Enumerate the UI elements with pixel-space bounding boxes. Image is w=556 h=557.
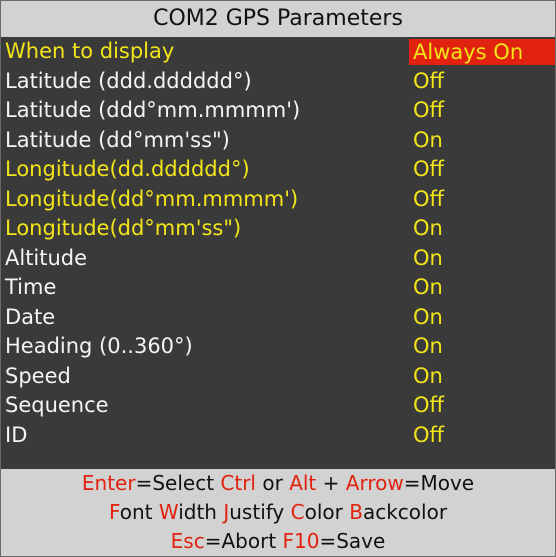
ctrl-key-hint: Ctrl [220,471,256,495]
enter-key-hint: Enter [81,471,136,495]
parameter-label: Speed [5,363,71,388]
parameter-value[interactable]: On [413,244,443,274]
color-key-hint: C [290,500,305,524]
parameter-label: Time [5,275,57,299]
parameter-value[interactable]: Off [413,391,444,421]
parameter-value[interactable]: Off [413,185,444,215]
parameter-value[interactable]: On [413,362,443,392]
font-key-hint: F [108,500,120,524]
parameter-value-selected[interactable]: Always On [409,39,555,65]
parameter-label: Date [5,304,56,329]
menu-title: COM2 GPS Parameters [1,1,555,37]
font-hint-text: ont [119,500,159,524]
parameter-label: Longitude(dd°mm.mmmm') [5,186,299,211]
parameter-row[interactable]: Altitude On [1,244,555,274]
width-key-hint: W [158,500,179,524]
parameter-value[interactable]: On [413,332,443,362]
parameter-label: Latitude (ddd.dddddd°) [5,68,252,93]
parameter-label: Latitude (dd°mm'ss") [5,127,230,152]
save-hint-text: =Save [319,529,386,553]
parameter-row[interactable]: Longitude(dd°mm'ss") On [1,214,555,244]
parameter-label: ID [5,422,28,447]
gps-parameters-menu: COM2 GPS Parameters When to display Alway… [0,0,556,557]
arrow-key-hint: Arrow [345,471,404,495]
parameter-value[interactable]: Off [413,67,444,97]
or-text: or [256,471,290,495]
key-help-footer: Enter=Select Ctrl or Alt + Arrow=Move Fo… [1,469,555,556]
parameter-label: When to display [5,39,175,63]
parameter-value[interactable]: On [413,214,443,244]
parameter-label: Altitude [5,245,88,270]
backcolor-key-hint: B [349,500,363,524]
parameter-label: Longitude(dd°mm'ss") [5,216,242,240]
parameter-label: Latitude (ddd°mm.mmmm') [5,98,301,122]
parameter-row[interactable]: Longitude(dd.dddddd°) Off [1,155,555,185]
key-help-line-3: Esc=Abort F10=Save [1,527,555,556]
parameter-row[interactable]: Longitude(dd°mm.mmmm') Off [1,185,555,215]
key-help-line-1: Enter=Select Ctrl or Alt + Arrow=Move [1,469,555,498]
parameter-row[interactable]: Latitude (dd°mm'ss") On [1,126,555,156]
color-hint-text: olor [304,500,350,524]
alt-key-hint: Alt [289,471,317,495]
parameter-label: Longitude(dd.dddddd°) [5,157,250,181]
parameter-list: When to display Always On Latitude (ddd.dd… [1,37,555,469]
parameter-label: Heading (0..360°) [5,334,193,358]
key-help-line-2: Font Width Justify Color Backcolor [1,498,555,527]
parameter-value[interactable]: On [413,126,443,156]
select-hint-text: =Select [135,471,221,495]
parameter-value[interactable]: On [413,303,443,333]
esc-key-hint: Esc [170,529,205,553]
parameter-value[interactable]: Off [413,155,444,185]
parameter-label: Sequence [5,393,109,417]
parameter-value[interactable]: Off [413,421,444,451]
parameter-row[interactable]: Heading (0..360°) On [1,332,555,362]
parameter-row[interactable]: ID Off [1,421,555,451]
parameter-row[interactable]: When to display Always On [1,37,555,67]
justify-hint-text: ustify [229,500,291,524]
parameter-row[interactable]: Latitude (ddd°mm.mmmm') Off [1,96,555,126]
parameter-value[interactable]: Off [413,96,444,126]
width-hint-text: idth [178,500,224,524]
f10-key-hint: F10 [282,529,320,553]
parameter-row[interactable]: Sequence Off [1,391,555,421]
move-hint-text: =Move [403,471,475,495]
parameter-row[interactable]: Date On [1,303,555,333]
parameter-row[interactable]: Time On [1,273,555,303]
abort-hint-text: =Abort [204,529,283,553]
plus-text: + [316,471,346,495]
parameter-row[interactable]: Latitude (ddd.dddddd°) Off [1,67,555,97]
parameter-value[interactable]: On [413,273,443,303]
backcolor-hint-text: ackcolor [362,500,448,524]
parameter-row[interactable]: Speed On [1,362,555,392]
